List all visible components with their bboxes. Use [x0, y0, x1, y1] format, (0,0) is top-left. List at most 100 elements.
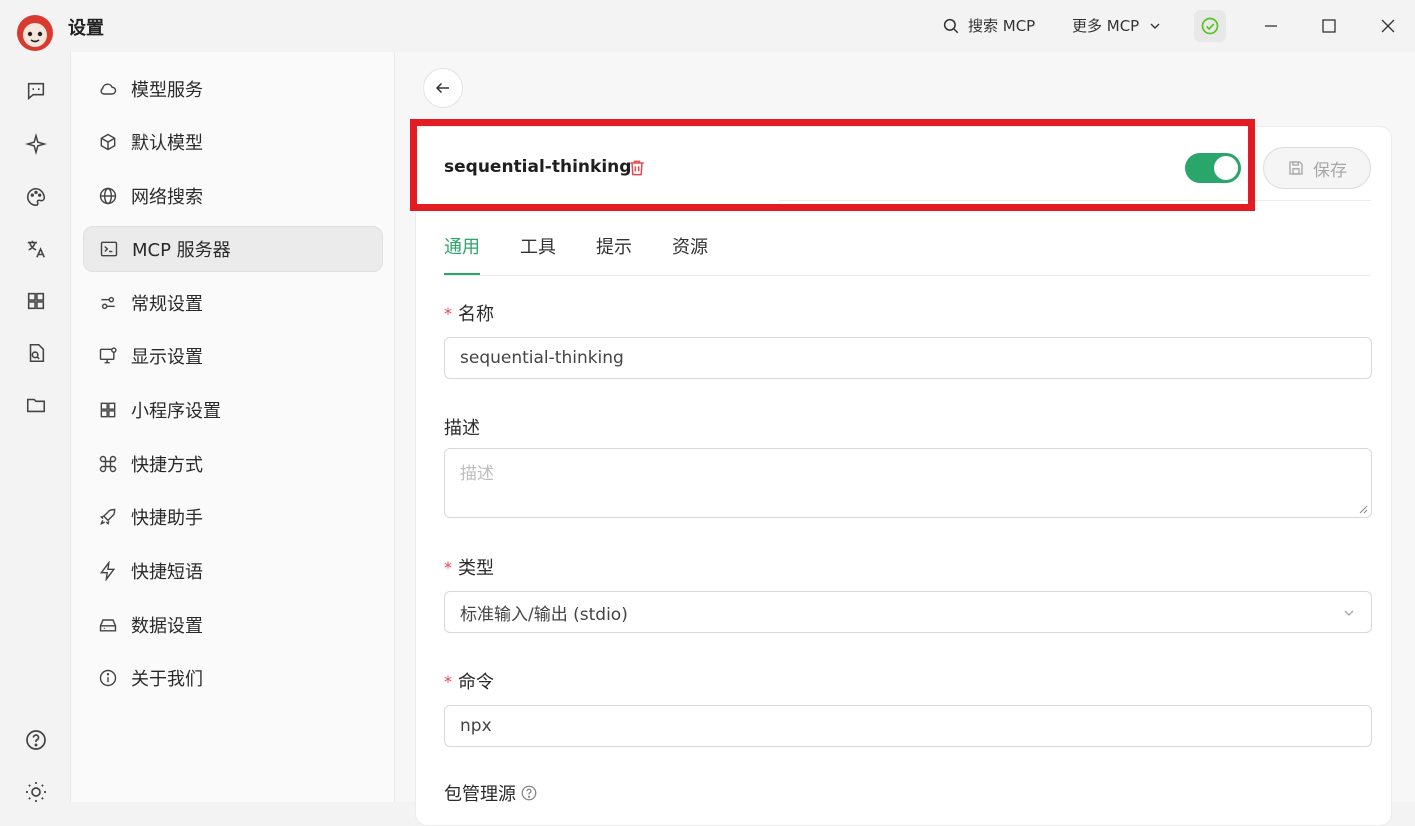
desc-label-text: 描述 — [444, 418, 480, 439]
desc-placeholder: 描述 — [460, 464, 494, 484]
chat-icon[interactable] — [23, 78, 49, 104]
nav-item-label: 快捷助手 — [131, 508, 203, 529]
nav-item-label: 网络搜索 — [131, 187, 203, 208]
tab-prompts[interactable]: 提示 — [596, 233, 632, 275]
command-value: npx — [460, 716, 492, 736]
maximize-button[interactable] — [1314, 11, 1344, 41]
nav-item-web-search[interactable]: 网络搜索 — [83, 173, 383, 219]
search-mcp-button[interactable]: 搜索 MCP — [942, 15, 1035, 36]
zap-icon — [97, 560, 119, 582]
status-check-button[interactable] — [1194, 10, 1226, 42]
command-icon — [97, 453, 119, 475]
nav-item-label: 显示设置 — [131, 347, 203, 368]
command-label-text: 命令 — [458, 672, 494, 693]
nav-item-model-service[interactable]: 模型服务 — [83, 66, 383, 112]
nav-item-label: MCP 服务器 — [132, 240, 231, 261]
nav-item-label: 模型服务 — [131, 80, 203, 101]
nav-item-label: 快捷方式 — [131, 455, 203, 476]
save-icon — [1287, 159, 1305, 177]
tabs-divider — [444, 275, 1371, 276]
search-mcp-label: 搜索 MCP — [968, 17, 1036, 35]
close-icon — [1380, 18, 1396, 34]
required-mark: * — [444, 557, 452, 577]
icon-rail — [0, 52, 70, 802]
sparkle-icon[interactable] — [23, 131, 49, 157]
nav-item-quick-phrases[interactable]: 快捷短语 — [83, 548, 383, 594]
sliders-icon — [97, 292, 119, 314]
tab-tools[interactable]: 工具 — [520, 233, 556, 275]
command-label: * 命令 — [444, 668, 494, 694]
cloud-icon — [97, 78, 119, 100]
required-mark: * — [444, 671, 452, 691]
nav-item-shortcuts[interactable]: 快捷方式 — [83, 441, 383, 487]
type-value: 标准输入/输出 (stdio) — [460, 604, 628, 625]
enable-toggle[interactable] — [1185, 153, 1241, 183]
help-icon[interactable] — [23, 727, 49, 753]
desc-label: 描述 — [444, 414, 480, 440]
more-mcp-label: 更多 MCP — [1072, 17, 1140, 35]
tab-general[interactable]: 通用 — [444, 233, 480, 275]
check-circle-icon — [1200, 16, 1220, 36]
globe-icon — [97, 185, 119, 207]
grid-icon — [97, 399, 119, 421]
monitor-icon — [97, 345, 119, 367]
name-field[interactable]: sequential-thinking — [444, 337, 1372, 379]
maximize-icon — [1321, 18, 1337, 34]
type-label-text: 类型 — [458, 558, 494, 579]
search-icon — [942, 17, 960, 35]
nav-item-about[interactable]: 关于我们 — [83, 655, 383, 701]
more-mcp-dropdown[interactable]: 更多 MCP — [1072, 15, 1163, 36]
terminal-icon — [98, 238, 120, 260]
nav-item-label: 小程序设置 — [131, 401, 221, 422]
file-search-icon[interactable] — [23, 340, 49, 366]
translate-icon[interactable] — [23, 236, 49, 262]
minimize-button[interactable] — [1256, 11, 1286, 41]
command-field[interactable]: npx — [444, 705, 1372, 747]
back-button[interactable] — [423, 68, 463, 108]
save-label: 保存 — [1313, 160, 1347, 181]
pkg-registry-label: 包管理源 — [444, 780, 538, 806]
drive-icon — [97, 614, 119, 636]
nav-item-label: 数据设置 — [131, 616, 203, 637]
palette-icon[interactable] — [23, 184, 49, 210]
minimize-icon — [1263, 18, 1279, 34]
main-content: sequential-thinking 保存 通用 工具 提示 资源 * 名称 … — [395, 52, 1415, 826]
save-button[interactable]: 保存 — [1263, 147, 1371, 189]
close-button[interactable] — [1373, 11, 1403, 41]
toggle-knob — [1214, 156, 1238, 180]
type-select[interactable]: 标准输入/输出 (stdio) — [444, 591, 1372, 633]
server-title: sequential-thinking — [444, 157, 632, 177]
description-textarea[interactable]: 描述 — [444, 448, 1372, 518]
chevron-down-icon — [1147, 18, 1163, 34]
trash-icon[interactable] — [627, 158, 647, 178]
folder-icon[interactable] — [23, 392, 49, 418]
app-title: 设置 — [68, 18, 104, 39]
nav-item-display-settings[interactable]: 显示设置 — [83, 333, 383, 379]
theme-sun-icon[interactable] — [23, 779, 49, 805]
chevron-down-icon — [1341, 605, 1357, 621]
nav-item-label: 快捷短语 — [131, 562, 203, 583]
tab-resources[interactable]: 资源 — [672, 233, 708, 275]
header-divider — [779, 200, 1371, 201]
name-label-text: 名称 — [458, 304, 494, 325]
nav-item-label: 默认模型 — [131, 133, 203, 154]
nav-item-default-model[interactable]: 默认模型 — [83, 119, 383, 165]
resize-handle-icon[interactable] — [1358, 504, 1368, 514]
nav-item-quick-assistant[interactable]: 快捷助手 — [83, 494, 383, 540]
arrow-left-icon — [434, 79, 452, 97]
tab-bar: 通用 工具 提示 资源 — [444, 233, 708, 275]
apps-grid-icon[interactable] — [23, 288, 49, 314]
nav-item-miniapp-settings[interactable]: 小程序设置 — [83, 387, 383, 433]
question-circle-icon[interactable] — [520, 784, 538, 802]
nav-item-general-settings[interactable]: 常规设置 — [83, 280, 383, 326]
nav-item-mcp-server[interactable]: MCP 服务器 — [83, 226, 383, 272]
settings-nav: 模型服务 默认模型 网络搜索 MCP 服务器 常规设置 显示设置 小程序设置 快… — [70, 52, 395, 802]
name-value: sequential-thinking — [460, 348, 624, 368]
rocket-icon — [97, 506, 119, 528]
name-label: * 名称 — [444, 300, 494, 326]
nav-item-data-settings[interactable]: 数据设置 — [83, 602, 383, 648]
app-logo-icon — [14, 10, 56, 52]
info-icon — [97, 667, 119, 689]
cube-icon — [97, 131, 119, 153]
title-bar: 设置 搜索 MCP 更多 MCP — [0, 0, 1415, 52]
